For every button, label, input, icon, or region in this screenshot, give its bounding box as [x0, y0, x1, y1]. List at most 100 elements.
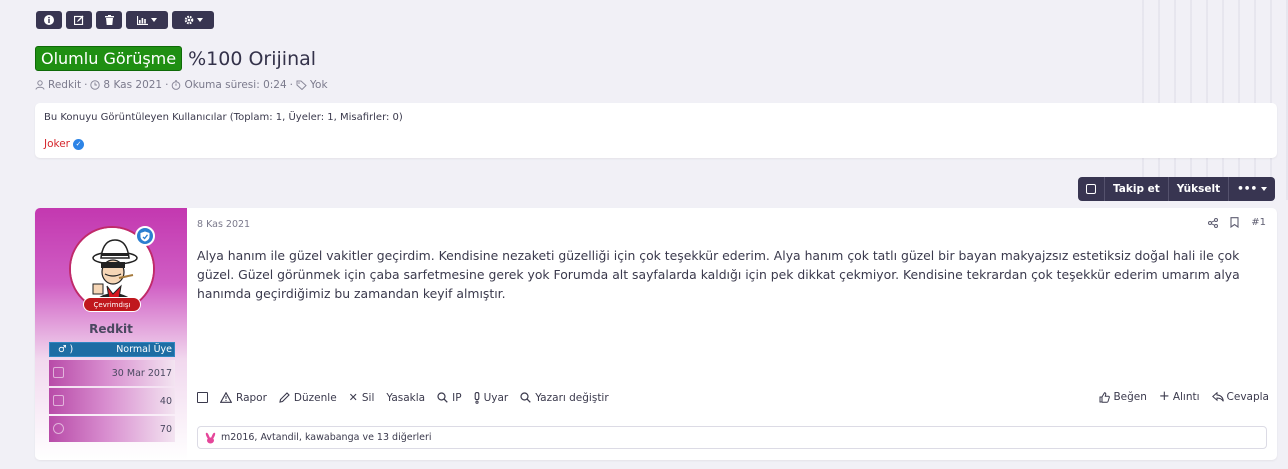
reaction-score: 70 — [159, 423, 172, 435]
chevron-down-icon — [151, 18, 157, 22]
post-user-block: Çevrimdışı Redkit ♂ ) Normal Üye 30 Mar … — [35, 208, 187, 460]
post-tools: #1 — [1208, 217, 1266, 228]
edit-thread-button[interactable] — [66, 11, 92, 29]
warning-exclamation-icon — [474, 391, 479, 404]
meta-separator: · — [289, 79, 293, 91]
user-stat-reactions: 70 — [49, 416, 175, 442]
ban-button[interactable]: Yasakla — [386, 392, 425, 404]
share-icon[interactable] — [1208, 217, 1219, 228]
bump-button[interactable]: Yükselt — [1169, 177, 1230, 201]
report-label: Rapor — [236, 391, 267, 404]
verified-icon: ✓ — [73, 138, 85, 150]
info-button[interactable] — [36, 11, 62, 29]
meta-separator: · — [84, 79, 88, 91]
home-icon — [53, 367, 64, 378]
post-date[interactable]: 8 Kas 2021 — [197, 219, 250, 230]
shield-icon — [140, 231, 150, 241]
stopwatch-icon — [172, 80, 181, 90]
tags-icon — [296, 80, 307, 90]
bunny-reaction-icon — [205, 432, 216, 443]
thread-prefix-badge[interactable]: Olumlu Görüşme — [35, 46, 183, 71]
post-message: Çevrimdışı Redkit ♂ ) Normal Üye 30 Mar … — [35, 208, 1277, 460]
chevron-down-icon — [1261, 187, 1268, 191]
bookmark-icon[interactable] — [1230, 217, 1239, 228]
viewer-user: Joker ✓ — [44, 138, 85, 150]
post-actions-right: Beğen + Alıntı Cevapla — [1099, 389, 1269, 404]
message-count: 40 — [159, 395, 172, 407]
warn-button[interactable]: Uyar — [474, 391, 509, 404]
reactions-bar[interactable]: m2016, Avtandil, kawabanga ve 13 diğerle… — [197, 426, 1267, 449]
post-actions-left: Rapor Düzenle ✕ Sil Yasakla IP Uyar Yaza… — [197, 391, 609, 404]
delete-post-button[interactable]: ✕ Sil — [349, 391, 375, 404]
viewers-box: Bu Konuyu Görüntüleyen Kullanıcılar (Top… — [35, 103, 1277, 158]
thread-tags: Yok — [310, 79, 328, 91]
gear-icon — [184, 15, 193, 25]
reply-label: Cevapla — [1226, 391, 1269, 403]
edit-post-button[interactable]: Düzenle — [279, 392, 337, 404]
user-stat-messages: 40 — [49, 388, 175, 414]
gender-indicator: ♂ ) — [58, 344, 74, 355]
close-icon: ✕ — [348, 391, 358, 404]
report-button[interactable]: Rapor — [220, 392, 267, 404]
pencil-icon — [279, 392, 290, 403]
post-number-link[interactable]: #1 — [1251, 217, 1266, 228]
like-button[interactable]: Beğen — [1099, 391, 1147, 403]
thread-author-link[interactable]: Redkit — [48, 79, 81, 91]
change-author-label: Yazarı değiştir — [535, 391, 609, 404]
viewer-username-link[interactable]: Joker — [44, 138, 70, 150]
thread-date[interactable]: 8 Kas 2021 — [103, 79, 162, 91]
staff-badge[interactable] — [135, 226, 155, 246]
change-author-button[interactable]: Yazarı değiştir — [520, 391, 609, 404]
user-stat-joined: 30 Mar 2017 — [49, 360, 175, 386]
more-options-label: ••• — [1237, 183, 1258, 195]
ban-label: Yasakla — [386, 391, 426, 404]
thread-meta: Redkit · 8 Kas 2021 · Okuma süresi: 0:24… — [35, 79, 328, 91]
post-username-link[interactable]: Redkit — [35, 322, 187, 336]
viewers-heading: Bu Konuyu Görüntüleyen Kullanıcılar (Top… — [44, 112, 403, 123]
search-icon — [437, 392, 448, 403]
thread-title-row: Olumlu Görüşme %100 Orijinal — [35, 46, 316, 71]
moderation-toolbar — [36, 11, 214, 29]
quote-button[interactable]: + Alıntı — [1158, 389, 1200, 404]
edit-icon — [74, 15, 84, 25]
user-rank-banner: ♂ ) Normal Üye — [49, 342, 175, 357]
warn-label: Uyar — [483, 391, 509, 404]
analytics-dropdown[interactable] — [126, 11, 168, 29]
joined-date: 30 Mar 2017 — [111, 367, 172, 379]
chevron-down-icon — [196, 18, 203, 22]
settings-dropdown[interactable] — [172, 11, 214, 29]
chart-icon — [137, 15, 148, 25]
checkbox-icon — [1086, 184, 1096, 194]
ip-label: IP — [452, 391, 462, 404]
reply-arrow-icon — [1211, 392, 1224, 402]
warning-triangle-icon — [220, 392, 232, 403]
delete-label: Sil — [361, 391, 375, 404]
delete-thread-button[interactable] — [96, 11, 122, 29]
quote-label: Alıntı — [1172, 391, 1200, 403]
more-options-button[interactable]: ••• — [1229, 177, 1275, 201]
reactions-users: m2016, Avtandil, kawabanga ve 13 diğerle… — [221, 432, 432, 443]
meta-separator: · — [165, 79, 169, 91]
user-rank-label: Normal Üye — [116, 344, 172, 355]
select-thread-button[interactable] — [1078, 177, 1105, 201]
user-icon — [35, 80, 45, 90]
reaction-score-icon — [53, 423, 64, 434]
follow-button[interactable]: Takip et — [1105, 177, 1169, 201]
reading-time: Okuma süresi: 0:24 — [184, 79, 287, 91]
post-body: Alya hanım ile güzel vakitler geçirdim. … — [197, 248, 1240, 301]
ip-button[interactable]: IP — [437, 391, 462, 404]
info-icon — [44, 15, 54, 25]
edit-label: Düzenle — [293, 391, 337, 404]
thread-actions-bar: Takip et Yükselt ••• — [1078, 177, 1276, 201]
plus-icon: + — [1158, 389, 1170, 404]
select-post-checkbox[interactable] — [197, 392, 208, 403]
thread-title: %100 Orijinal — [188, 47, 317, 70]
search-icon — [520, 392, 531, 403]
like-label: Beğen — [1113, 391, 1147, 403]
status-badge: Çevrimdışı — [83, 297, 141, 312]
reply-button[interactable]: Cevapla — [1211, 391, 1269, 403]
message-icon — [53, 395, 64, 406]
trash-icon — [104, 15, 114, 25]
background-pattern — [1128, 0, 1288, 200]
clock-icon — [90, 80, 101, 90]
